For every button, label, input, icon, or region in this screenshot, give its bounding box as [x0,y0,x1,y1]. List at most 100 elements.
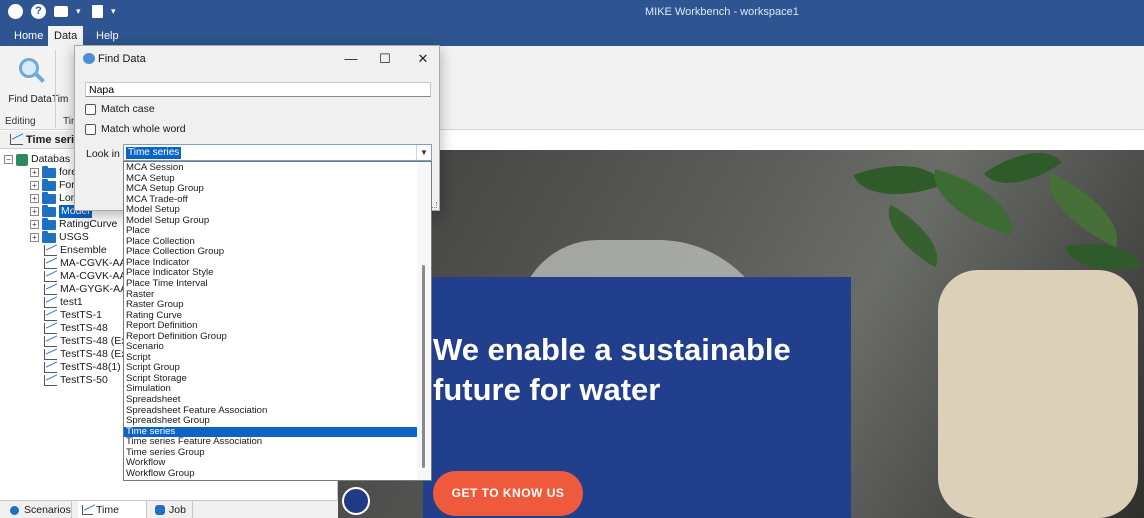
time-series-icon [44,258,57,269]
tab-data[interactable]: Data [48,26,84,46]
look-in-select[interactable]: Time series ▼ [123,144,432,161]
tree-item-label: TestTS-50 [60,374,108,386]
app-logo-icon [83,53,95,64]
look-in-dropdown-list[interactable]: MCA Session MCA Setup MCA Setup Group MCA T… [123,161,432,481]
folder-icon [42,230,56,243]
tree-item-series[interactable]: test1 [44,296,83,309]
time-series-icon [44,362,57,373]
close-button[interactable]: ✕ [409,50,437,68]
time-series-icon [44,245,57,256]
tree-item-series[interactable]: TestTS-50 [44,374,108,387]
tab-label: Job [169,504,186,516]
time-series-icon [44,284,57,295]
chevron-down-icon[interactable]: ▾ [76,4,84,19]
dialog-title: Find Data [98,53,146,65]
dropdown-options: MCA Session MCA Setup MCA Setup Group MCA T… [124,162,418,480]
tree-item-database[interactable]: − Databas [4,153,70,166]
time-series-icon [44,271,57,282]
tree-item-series[interactable]: TestTS-48 [44,322,108,335]
time-series-icon [44,349,57,360]
folder-icon [42,217,56,230]
tree-item-folder[interactable]: + Lon [30,191,77,205]
site-badge-icon[interactable] [342,487,370,515]
ribbon-separator [55,50,56,128]
match-case-label: Match case [101,103,155,115]
checkbox-box[interactable] [85,103,96,115]
expand-icon[interactable]: + [30,168,39,177]
tab-time-series[interactable]: Time series [78,501,147,518]
folder-icon [42,178,56,191]
match-whole-word-checkbox[interactable]: Match whole word [85,122,186,136]
look-in-label: Look in [86,148,120,160]
collapse-icon[interactable]: − [4,155,13,164]
bottom-tab-strip: Scenarios Time series Job [0,500,338,518]
tab-scenarios[interactable]: Scenarios [6,501,72,518]
tree-item-series[interactable]: TestTS-1 [44,309,102,322]
search-input[interactable] [85,82,431,97]
dropdown-option[interactable]: MCA Session [124,162,418,174]
chevron-down-icon[interactable]: ▼ [416,145,431,160]
tree-item-folder[interactable]: + RatingCurve [30,217,117,231]
tree-item-label: TestTS-1 [60,309,103,321]
group-label-editing: Editing [5,116,36,127]
tree-item-folder[interactable]: + fore [30,165,77,179]
dropdown-option[interactable]: Scenario [124,342,418,353]
chevron-down-icon[interactable]: ▾ [111,4,119,19]
find-data-label: Find Data [8,94,52,105]
help-icon[interactable]: ? [31,4,46,19]
checkbox-box[interactable] [85,123,96,135]
window-layout-icon[interactable] [54,6,68,17]
magnifier-icon [15,56,45,86]
time-series-icon [44,375,57,386]
expand-icon[interactable]: + [30,194,39,203]
expand-icon[interactable]: + [30,233,39,242]
dropdown-option[interactable]: Report Definition Group [124,331,418,343]
find-data-button[interactable]: Find Data [5,56,55,105]
dropdown-scrollbar[interactable] [417,162,431,480]
tree-item-label: test1 [60,296,83,308]
dropdown-option[interactable]: Model Setup Group [124,215,418,227]
content-top-strip [338,131,1144,150]
scrollbar-thumb[interactable] [422,265,425,468]
database-icon [16,153,28,166]
tree-item-label: USGS [59,231,89,243]
tree-item-label: TestTS-48 [60,322,108,334]
time-series-icon [44,323,57,334]
tab-label: Time series [96,504,119,516]
dropdown-option[interactable]: Place Time Interval [124,278,418,290]
quick-access-toolbar: ? ▾ ▾ [8,4,119,19]
tree-item-folder[interactable]: + Fore [30,178,81,192]
tree-item-folder[interactable]: + USGS [30,230,89,244]
get-to-know-us-button[interactable]: GET TO KNOW US [433,471,583,516]
document-icon[interactable] [92,5,103,18]
tree-item-label: Ensemble [60,244,107,256]
tab-job[interactable]: Job [151,501,193,518]
expand-icon[interactable]: + [30,207,39,216]
title-bar: ? ▾ ▾ MIKE Workbench - workspace1 [0,0,1144,26]
tree-item-series[interactable]: TestTS-48(1) [44,361,121,374]
tree-item-series[interactable]: Ensemble [44,244,107,257]
time-series-icon [44,297,57,308]
tab-home[interactable]: Home [8,26,49,46]
time-series-icon [44,310,57,321]
dropdown-option[interactable]: Spreadsheet [124,394,418,406]
hero-headline: We enable a sustainable future for water [433,332,791,407]
tab-help[interactable]: Help [90,26,125,46]
dropdown-option[interactable]: Workflow Group [124,468,418,480]
look-in-value: Time series [126,147,182,159]
folder-icon [42,191,56,204]
tree-item-label: Databas [31,153,71,165]
dialog-title-bar[interactable]: Find Data — ☐ ✕ [75,46,439,72]
minimize-button[interactable]: — [337,50,365,68]
dropdown-option[interactable]: Time series Group [124,447,418,459]
web-hero-banner: We enable a sustainable future for water… [338,150,1144,518]
ribbon-tabs: Home Data Help [0,26,1144,46]
expand-icon[interactable]: + [30,220,39,229]
match-whole-word-label: Match whole word [101,123,186,135]
maximize-button[interactable]: ☐ [371,50,399,68]
hero-plant-shape [818,150,1144,300]
folder-icon [42,204,56,217]
app-logo-icon[interactable] [8,4,23,19]
match-case-checkbox[interactable]: Match case [85,102,155,116]
expand-icon[interactable]: + [30,181,39,190]
